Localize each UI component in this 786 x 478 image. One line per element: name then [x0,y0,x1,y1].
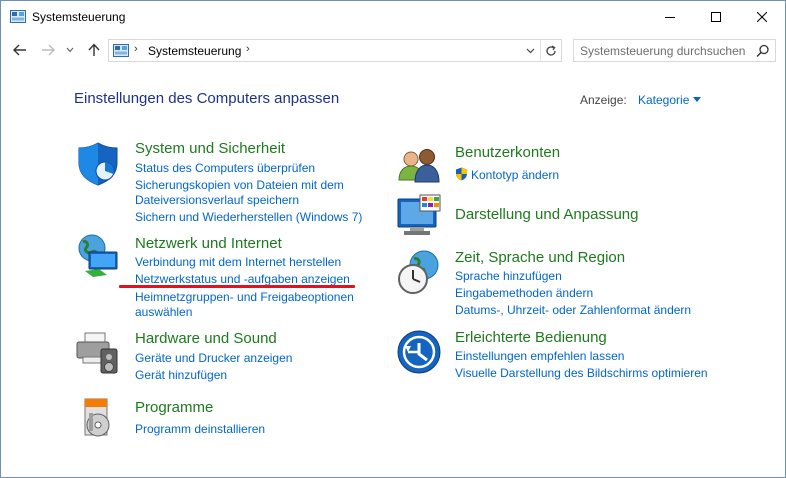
address-divider [540,40,541,61]
user-accounts-icon[interactable] [396,144,442,190]
link-change-account-type[interactable]: Kontotyp ändern [471,167,559,183]
chevron-down-icon [66,47,74,53]
network-globe-icon[interactable] [75,233,121,279]
link-homegroup[interactable]: Heimnetzgruppen- und Freigabeoptionen [135,289,354,305]
arrow-left-icon [13,44,26,56]
window-title: Systemsteuerung [32,10,126,24]
category-appearance-title[interactable]: Darstellung und Anpassung [455,206,638,223]
ease-of-access-icon[interactable] [396,329,442,375]
category-ease-title[interactable]: Erleichterte Bedienung [455,329,607,346]
printer-speaker-icon[interactable] [75,329,121,375]
link-backup-files-cont[interactable]: Dateiversionsverlauf speichern [135,192,299,208]
maximize-button[interactable] [693,1,739,33]
address-bar[interactable]: › Systemsteuerung › [108,39,562,62]
breadcrumb-systemsteuerung[interactable]: Systemsteuerung [148,44,241,58]
content-area: Einstellungen des Computers anpassen Anz… [1,67,785,477]
link-add-language[interactable]: Sprache hinzufügen [455,268,562,284]
category-clock-title[interactable]: Zeit, Sprache und Region [455,249,625,266]
title-bar[interactable]: Systemsteuerung [1,1,785,33]
link-backup-restore[interactable]: Sichern und Wiederherstellen (Windows 7) [135,209,362,225]
caret-down-icon [693,97,702,102]
page-title: Einstellungen des Computers anpassen [74,90,340,107]
control-panel-icon [113,44,129,57]
category-programs-title[interactable]: Programme [135,399,213,416]
clock-region-icon[interactable] [396,249,442,295]
search-input[interactable]: Systemsteuerung durchsuchen [580,44,745,58]
breadcrumb-separator[interactable]: › [134,43,138,55]
category-system-title[interactable]: System und Sicherheit [135,140,285,157]
search-box[interactable]: Systemsteuerung durchsuchen [573,39,776,62]
link-date-time-format[interactable]: Datums-, Uhrzeit- oder Zahlenformat ände… [455,302,691,318]
highlight-underline [119,285,355,288]
control-panel-window: Systemsteuerung › Systemsteuerung › Syst… [0,0,786,478]
category-accounts-title[interactable]: Benutzerkonten [455,144,560,161]
navigation-bar: › Systemsteuerung › Systemsteuerung durc… [1,33,785,67]
close-button[interactable] [739,1,785,33]
forward-button[interactable] [37,40,59,60]
arrow-right-icon [42,44,55,56]
refresh-button[interactable] [542,42,560,60]
minimize-icon [665,17,675,18]
maximize-icon [711,12,721,22]
programs-icon[interactable] [75,395,121,441]
recent-locations-button[interactable] [63,40,77,60]
link-add-device[interactable]: Gerät hinzufügen [135,367,227,383]
close-icon [757,12,767,22]
link-devices-printers[interactable]: Geräte und Drucker anzeigen [135,350,292,366]
refresh-icon [546,45,556,56]
back-button[interactable] [9,40,31,60]
view-label: Anzeige: [580,93,627,107]
shield-security-icon[interactable] [75,141,121,187]
category-hardware-title[interactable]: Hardware und Sound [135,330,277,347]
address-history-button[interactable] [523,43,537,59]
arrow-up-icon [88,43,100,56]
link-connect-internet[interactable]: Verbindung mit dem Internet herstellen [135,254,341,270]
control-panel-icon [10,10,26,23]
link-homegroup-cont[interactable]: auswählen [135,304,192,320]
link-input-methods[interactable]: Eingabemethoden ändern [455,285,593,301]
appearance-monitor-icon[interactable] [396,193,442,239]
search-icon[interactable] [755,44,771,58]
view-dropdown[interactable]: Kategorie [638,93,702,107]
link-check-status[interactable]: Status des Computers überprüfen [135,160,315,176]
up-button[interactable] [83,40,105,60]
link-optimize-display[interactable]: Visuelle Darstellung des Bildschirms opt… [455,365,708,381]
link-backup-files[interactable]: Sicherungskopien von Dateien mit dem [135,177,344,193]
link-recommended-settings[interactable]: Einstellungen empfehlen lassen [455,348,624,364]
category-network-title[interactable]: Netzwerk und Internet [135,235,282,252]
breadcrumb-separator[interactable]: › [246,43,250,55]
view-value: Kategorie [638,93,690,107]
link-uninstall[interactable]: Programm deinstallieren [135,421,265,437]
uac-shield-icon [456,167,467,181]
minimize-button[interactable] [647,1,693,33]
chevron-down-icon [526,48,534,54]
